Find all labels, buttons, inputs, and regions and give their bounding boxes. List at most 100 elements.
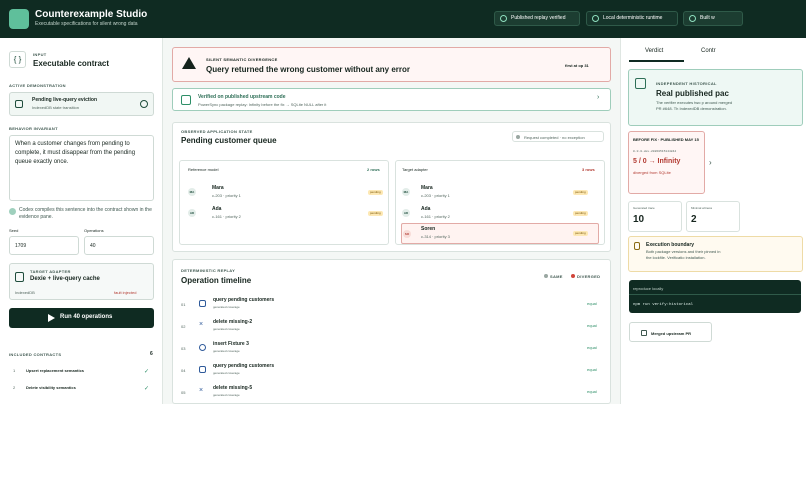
database-icon — [15, 272, 24, 282]
terminal-card: reproduce locally npm run verify:histori… — [629, 280, 801, 313]
merged-pr-label: Merged upstream PR — [651, 331, 692, 336]
demo-card[interactable]: Pending live-query eviction IndexedDB st… — [9, 92, 154, 116]
braces-icon: { } — [9, 51, 26, 68]
op-status: equal — [587, 301, 597, 306]
customer-name: Mara — [212, 185, 224, 191]
table-row[interactable]: 03 insert Fixture 3 generated coverage e… — [173, 338, 603, 359]
verified-title: Verified on published upstream code — [198, 94, 286, 100]
op-status: equal — [587, 345, 597, 350]
contract-title: Executable contract — [33, 59, 110, 68]
contract-label: Delete visibility semantics — [26, 385, 76, 390]
op-sub: generated coverage — [213, 393, 240, 397]
op-label: delete missing-2 — [213, 319, 253, 325]
table-row[interactable]: 01 query pending customers generated cov… — [173, 294, 603, 315]
request-status-chip: Request completed · no exception — [512, 131, 604, 142]
customer-meta: c-203 · priority 1 — [421, 193, 450, 198]
app-title: Counterexample Studio — [35, 9, 148, 20]
included-label: INCLUDED CONTRACTS — [9, 352, 62, 357]
timeline-title: Operation timeline — [181, 276, 252, 285]
reference-model-panel: Reference model 2 rows MA Mara c-203 · p… — [179, 160, 389, 245]
insert-icon — [199, 344, 206, 351]
app-window: Counterexample Studio Executable specifi… — [0, 0, 806, 404]
built-with-button[interactable]: Built w — [683, 11, 743, 26]
active-demo-label: ACTIVE DEMONSTRATION — [9, 83, 66, 88]
table-row[interactable]: 04 query pending customers generated cov… — [173, 360, 603, 381]
generated-trace-stat: Generated trace 10 — [628, 201, 682, 232]
boundary-body: Both package versions and their pinned i… — [646, 249, 721, 260]
delete-icon: × — [199, 387, 204, 394]
target-label: TARGET ADAPTER — [30, 269, 71, 274]
observed-state-card: OBSERVED APPLICATION STATE Pending custo… — [172, 122, 611, 252]
behavior-label: BEHAVIOR INVARIANT — [9, 126, 58, 131]
customer-meta: c-203 · priority 1 — [212, 193, 241, 198]
app-subtitle: Executable specifications for silent wro… — [35, 21, 138, 27]
customer-meta: c-161 · priority 2 — [421, 214, 450, 219]
lock-icon — [634, 242, 640, 250]
merged-pr-button[interactable]: Merged upstream PR — [629, 322, 712, 342]
demo-subtitle: IndexedDB state transition — [32, 105, 79, 110]
op-number: 03 — [181, 346, 186, 351]
target-title: Dexie + live-query cache — [30, 276, 100, 282]
input-label: INPUT — [33, 52, 47, 57]
published-replay-label: Published replay verified — [511, 15, 566, 21]
op-sub: generated coverage — [213, 305, 240, 309]
verified-icon — [181, 95, 191, 105]
target-adapter-card[interactable]: TARGET ADAPTER Dexie + live-query cache … — [9, 263, 154, 300]
seed-label: Seed — [9, 228, 19, 233]
request-status: Request completed · no exception — [524, 135, 585, 140]
local-runtime-button[interactable]: Local deterministic runtime — [586, 11, 678, 26]
warning-icon — [182, 57, 196, 69]
op-number: 01 — [181, 302, 186, 307]
verified-banner[interactable]: Verified on published upstream code Powe… — [172, 88, 611, 111]
table-row[interactable]: 05 × delete missing-5 generated coverage… — [173, 382, 603, 403]
legend-same: SAME — [550, 274, 563, 279]
customer-name: Soren — [421, 226, 436, 232]
target-db: IndexedDB — [15, 290, 35, 295]
invariant-textarea[interactable]: When a customer changes from pending to … — [9, 135, 154, 201]
info-icon — [516, 135, 520, 139]
target-count: 3 rows — [582, 167, 595, 172]
top-bar: Counterexample Studio Executable specifi… — [0, 0, 806, 38]
boundary-title: Execution boundary — [646, 242, 695, 248]
published-replay-button[interactable]: Published replay verified — [494, 11, 580, 26]
before-sub: diverged from SQLite — [633, 170, 671, 175]
shield-icon — [635, 78, 646, 89]
avatar: MA — [402, 188, 410, 196]
query-icon — [199, 366, 206, 373]
check-icon: ✓ — [144, 369, 150, 375]
op-number: 04 — [181, 368, 186, 373]
play-icon — [48, 314, 55, 322]
before-version: 0.0.0-dev-20260515144844 — [633, 150, 677, 153]
observed-eyebrow: OBSERVED APPLICATION STATE — [181, 129, 253, 134]
right-panel: Verdict Contr INDEPENDENT HISTORICAL Rea… — [620, 38, 806, 404]
historical-body: The verifier executes two p around merge… — [656, 100, 733, 111]
stat-value: 2 — [691, 214, 697, 225]
customer-name: Mara — [421, 185, 433, 191]
status-badge: pending — [573, 190, 588, 195]
delete-icon: × — [199, 321, 204, 328]
seed-input[interactable]: 1709 — [9, 236, 79, 255]
stat-value: 10 — [633, 214, 645, 225]
studio-logo — [9, 9, 29, 29]
run-operations-button[interactable]: Run 40 operations — [9, 308, 154, 328]
demo-title: Pending live-query eviction — [32, 97, 98, 103]
play-circle-icon — [140, 100, 148, 108]
alert-headline: Query returned the wrong customer withou… — [206, 65, 411, 74]
op-status: equal — [587, 389, 597, 394]
op-sub: generated coverage — [213, 327, 240, 331]
operations-input[interactable]: 40 — [84, 236, 154, 255]
customer-meta: c-161 · priority 2 — [212, 214, 241, 219]
first-at-op: first at op 31 — [565, 63, 589, 68]
op-sub: generated coverage — [213, 349, 240, 353]
tab-contract[interactable]: Contr — [701, 48, 716, 54]
table-row[interactable]: 02 × delete missing-2 generated coverage… — [173, 316, 603, 337]
active-tab-indicator — [629, 60, 684, 62]
contract-label: Upsert replacement semantics — [26, 368, 85, 373]
op-number: 02 — [181, 324, 186, 329]
op-number: 05 — [181, 390, 186, 395]
tab-verdict[interactable]: Verdict — [645, 48, 663, 54]
seed-value: 1709 — [15, 243, 27, 249]
terminal-command[interactable]: npm run verify:historical — [633, 303, 693, 307]
legend-same-dot — [544, 274, 548, 278]
run-button-label: Run 40 operations — [60, 314, 113, 320]
